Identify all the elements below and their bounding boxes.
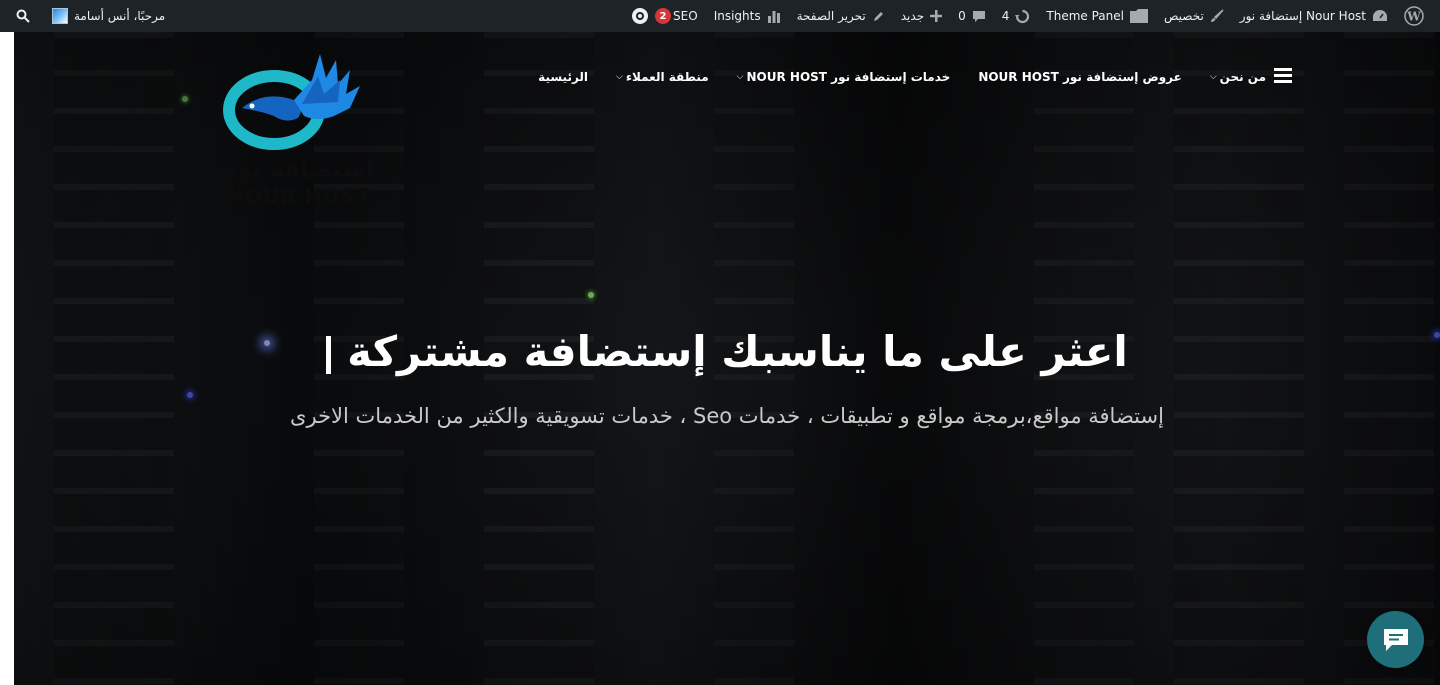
avatar: [52, 8, 68, 24]
plus-icon: [930, 10, 943, 22]
svg-text:W: W: [1406, 10, 1421, 24]
site-name-label: إستضافة نور Nour Host: [1239, 9, 1366, 23]
gear-icon: [632, 8, 649, 24]
chevron-down-icon: ⌵: [1209, 72, 1217, 82]
updates-link[interactable]: 4: [994, 0, 1039, 32]
comments-count: 0: [958, 9, 966, 23]
new-label: جديد: [900, 9, 925, 23]
nav-item-label: خدمات إستضافة نور NOUR HOST: [746, 70, 951, 84]
theme-panel-menu[interactable]: Theme Panel: [1038, 0, 1156, 32]
new-content-menu[interactable]: جديد: [893, 0, 950, 32]
nav-item-client-area[interactable]: ⌵ منطقة العملاء: [602, 70, 723, 84]
seo-menu[interactable]: 2 SEO: [623, 0, 706, 32]
updates-count: 4: [1001, 9, 1010, 23]
my-account-menu[interactable]: مرحبًا، أنس أسامة: [38, 0, 173, 32]
hero-title: اعثر على ما يناسبك إستضافة مشتركة: [14, 327, 1440, 376]
nav-item-label: عروض إستضافة نور NOUR HOST: [978, 70, 1182, 84]
seo-count-badge: 2: [655, 8, 672, 24]
comment-icon: [972, 10, 985, 22]
chevron-down-icon: ⌵: [736, 72, 744, 82]
nav-item-label: منطقة العملاء: [625, 70, 709, 84]
wp-logo-menu[interactable]: W: [1396, 0, 1432, 32]
chevron-down-icon: ⌵: [616, 72, 623, 82]
greeting-text: مرحبًا، أنس أسامة: [74, 9, 166, 23]
admin-search-button[interactable]: [8, 0, 38, 32]
search-icon: [16, 9, 30, 23]
insights-label: Insights: [713, 9, 761, 23]
site-logo[interactable]: إستضافة نور NOUR HOST: [194, 50, 404, 210]
customize-link[interactable]: تخصيص: [1156, 0, 1232, 32]
seo-label: SEO: [673, 9, 698, 23]
nav-item-label: الرئيسية: [538, 70, 589, 84]
logo-arabic-text: إستضافة نور: [223, 155, 376, 183]
theme-panel-label: Theme Panel: [1046, 9, 1124, 23]
main-nav: ⌵ من نحن عروض إستضافة نور NOUR HOST ⌵ خد…: [524, 64, 1280, 90]
hero-section: إستضافة نور NOUR HOST ⌵ من نحن عروض إستض…: [14, 32, 1440, 685]
nav-item-services[interactable]: ⌵ خدمات إستضافة نور NOUR HOST: [723, 70, 965, 84]
typing-cursor: [326, 335, 332, 374]
hero-subtitle: إستضافة مواقع،برمجة مواقع و تطبيقات ، خد…: [290, 404, 1164, 428]
logo-english-text: NOUR HOST: [227, 184, 371, 208]
brush-icon: [1210, 9, 1224, 22]
comments-link[interactable]: 0: [950, 0, 994, 32]
edit-page-label: تحرير الصفحة: [796, 9, 866, 23]
nav-item-offers[interactable]: عروض إستضافة نور NOUR HOST: [964, 70, 1196, 84]
site-name-menu[interactable]: إستضافة نور Nour Host: [1232, 0, 1396, 32]
updates-refresh-icon: [1015, 9, 1030, 23]
eagle-logo-icon: [223, 54, 360, 150]
nav-item-about[interactable]: ⌵ من نحن: [1196, 70, 1280, 84]
dashboard-icon: [1373, 10, 1387, 21]
insights-menu[interactable]: Insights: [706, 0, 789, 32]
admin-bar: مرحبًا، أنس أسامة 2 SEO Insights تحرير ا…: [0, 0, 1440, 32]
nav-item-home[interactable]: الرئيسية: [524, 70, 602, 84]
wordpress-logo-icon: W: [1404, 6, 1424, 26]
nav-item-label: من نحن: [1219, 70, 1266, 84]
chat-bubble-icon: [1383, 628, 1408, 651]
edit-page-link[interactable]: تحرير الصفحة: [789, 0, 893, 32]
bar-chart-icon: [767, 11, 780, 23]
hero-title-text: اعثر على ما يناسبك إستضافة مشتركة: [347, 327, 1128, 376]
folder-icon: [1129, 9, 1148, 23]
pencil-icon: [873, 11, 883, 21]
customize-label: تخصيص: [1163, 9, 1204, 23]
live-chat-button[interactable]: [1367, 611, 1424, 668]
